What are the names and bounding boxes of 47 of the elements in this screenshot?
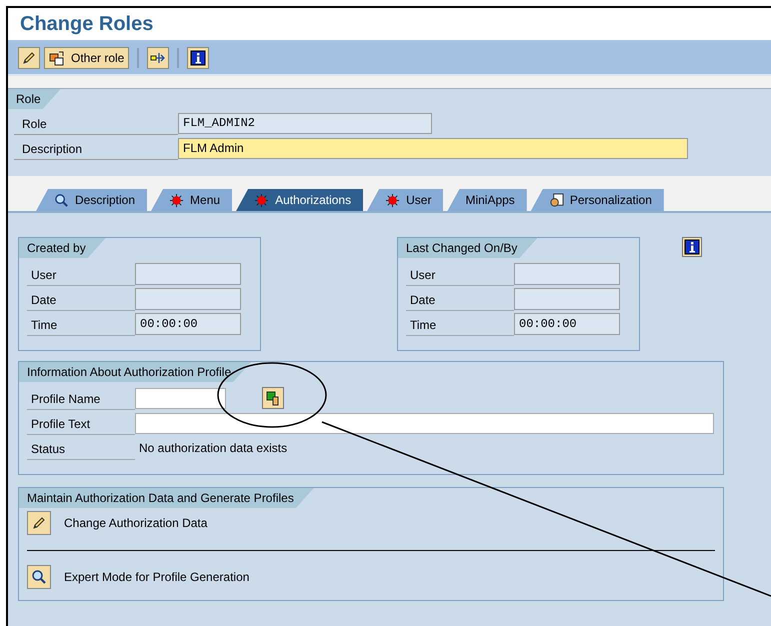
action-button[interactable] <box>27 511 51 535</box>
display-field[interactable]: FLM_ADMIN2 <box>178 112 432 134</box>
group-title: Role <box>8 89 61 109</box>
status-light-icon <box>169 192 184 208</box>
status-text: No authorization data exists <box>138 440 288 457</box>
input-field[interactable]: FLM Admin <box>178 138 688 158</box>
magnifier-icon <box>54 192 69 208</box>
field-label: Status <box>27 436 135 460</box>
input-field[interactable] <box>135 388 226 408</box>
display-field[interactable]: 00:00:00 <box>135 313 241 335</box>
action-label: Expert Mode for Profile Generation <box>64 568 250 586</box>
toolbar-button[interactable] <box>18 47 40 69</box>
magnifier-icon <box>31 568 47 584</box>
pencil-icon <box>21 50 37 66</box>
status-light-icon <box>385 192 400 208</box>
input-field[interactable] <box>135 412 714 434</box>
group-title: Maintain Authorization Data and Generate Profiles <box>19 488 314 508</box>
tab[interactable]: Menu <box>151 189 232 211</box>
display-field[interactable] <box>135 288 241 310</box>
windows-icon <box>49 50 65 66</box>
display-field[interactable] <box>514 263 620 285</box>
group-title: Last Changed On/By <box>398 238 538 258</box>
info-icon <box>684 239 700 255</box>
display-field[interactable]: 00:00:00 <box>514 313 620 335</box>
window-title: Change Roles <box>20 12 154 37</box>
tab[interactable]: MiniApps <box>447 189 527 211</box>
action-button[interactable] <box>27 564 51 588</box>
group-title: Information About Authorization Profile <box>19 362 252 382</box>
other-role-button[interactable]: Other role <box>44 47 130 69</box>
status-light-icon <box>254 192 270 208</box>
tab[interactable]: Description <box>36 189 148 211</box>
tab[interactable]: User <box>367 189 444 211</box>
info-icon <box>190 50 206 66</box>
copy-button[interactable] <box>262 387 284 409</box>
display-field[interactable] <box>135 263 241 285</box>
toolbar-button[interactable] <box>187 47 210 69</box>
display-field[interactable] <box>514 288 620 310</box>
arrows-icon <box>150 50 166 66</box>
pencil-icon <box>31 515 47 531</box>
tab[interactable]: Authorizations <box>236 189 364 211</box>
toolbar-button[interactable] <box>147 47 170 69</box>
action-label: Change Authorization Data <box>64 515 208 532</box>
info-button[interactable] <box>682 237 702 257</box>
tab[interactable]: Personalization <box>530 189 664 211</box>
copy-icon <box>265 390 281 406</box>
person-card-icon <box>548 192 564 208</box>
group-title: Created by <box>19 238 106 258</box>
